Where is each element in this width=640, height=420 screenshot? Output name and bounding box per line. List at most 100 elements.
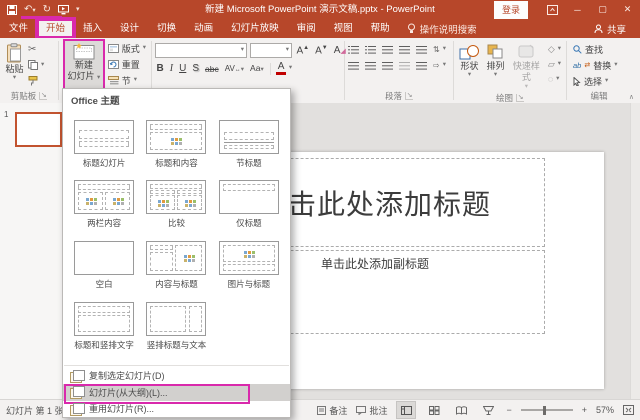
tab-slideshow[interactable]: 幻灯片放映 bbox=[222, 19, 288, 38]
layout-button[interactable]: 版式 ▾ bbox=[107, 41, 146, 55]
tab-transitions[interactable]: 切换 bbox=[148, 19, 185, 38]
arrange-button[interactable]: 排列 ▾ bbox=[484, 41, 507, 81]
select-button[interactable]: 选择 ▾ bbox=[573, 74, 608, 88]
bullets-button[interactable] bbox=[348, 45, 359, 54]
zoom-level[interactable]: 57% bbox=[596, 405, 614, 415]
collapse-ribbon-icon[interactable]: ∧ bbox=[629, 93, 634, 101]
menu-item-slides-from-outline[interactable]: 幻灯片(从大纲)(L)... bbox=[63, 384, 290, 404]
fit-slide-to-window-button[interactable] bbox=[623, 405, 634, 415]
font-size-combo[interactable]: ▾ bbox=[250, 43, 292, 58]
new-slide-button[interactable]: 新建 幻灯片 ▾ bbox=[65, 41, 103, 89]
smartart-convert-button[interactable]: ⇨ ▾ bbox=[433, 60, 446, 70]
powerpoint-window: ↶▾ ↻ ▾ 新建 Microsoft PowerPoint 演示文稿.pptx… bbox=[0, 0, 640, 420]
underline-button[interactable]: U bbox=[178, 63, 188, 74]
start-slideshow-icon[interactable] bbox=[58, 4, 70, 15]
layout-title-and-content[interactable]: 标题和内容 bbox=[146, 119, 207, 169]
minimize-button[interactable]: ─ bbox=[565, 0, 590, 19]
character-spacing-button[interactable]: AV↔▾ bbox=[223, 64, 245, 74]
format-painter-button[interactable] bbox=[28, 74, 44, 88]
slide-thumbnail[interactable] bbox=[15, 112, 62, 147]
menu-item-duplicate-slides[interactable]: 复制选定幻灯片(D) bbox=[63, 368, 290, 385]
replace-button[interactable]: ab ⇄ 替换 ▾ bbox=[573, 58, 618, 72]
tab-insert[interactable]: 插入 bbox=[74, 19, 111, 38]
font-name-combo[interactable]: ▾ bbox=[155, 43, 247, 58]
layout-two-content[interactable]: 两栏内容 bbox=[74, 180, 135, 229]
redo-icon[interactable]: ↻ bbox=[43, 4, 51, 15]
ribbon-display-options-icon[interactable] bbox=[540, 0, 565, 19]
align-right-button[interactable] bbox=[382, 61, 393, 70]
increase-indent-button[interactable] bbox=[399, 45, 410, 54]
columns-button[interactable] bbox=[416, 61, 427, 70]
font-color-button[interactable]: A bbox=[276, 62, 286, 75]
align-center-button[interactable] bbox=[365, 61, 376, 70]
tab-home[interactable]: 开始 bbox=[37, 19, 75, 38]
line-spacing-button[interactable] bbox=[416, 45, 427, 54]
signin-button[interactable]: 登录 bbox=[493, 0, 528, 19]
text-direction-button[interactable]: ⇅ ▾ bbox=[433, 44, 446, 54]
shape-effects-button[interactable]: ◌ ▾ bbox=[548, 72, 561, 86]
shapes-button[interactable]: 形状 ▾ bbox=[457, 41, 482, 81]
close-button[interactable]: ✕ bbox=[615, 0, 640, 19]
comments-button[interactable]: 批注 bbox=[356, 404, 387, 417]
save-icon[interactable] bbox=[7, 4, 17, 15]
bold-button[interactable]: B bbox=[155, 63, 165, 74]
zoom-slider-handle[interactable] bbox=[542, 405, 547, 415]
layout-picture-with-caption[interactable]: 图片与标题 bbox=[218, 241, 279, 290]
dropdown-caret-icon[interactable]: ▾ bbox=[289, 65, 292, 72]
vertical-scrollbar[interactable] bbox=[630, 103, 640, 400]
justify-button[interactable] bbox=[399, 61, 410, 70]
undo-icon[interactable]: ↶▾ bbox=[24, 4, 36, 15]
layout-section-header[interactable]: 节标题 bbox=[218, 119, 279, 169]
layout-vertical-title-and-text[interactable]: 竖排标题与文本 bbox=[146, 301, 207, 351]
share-button[interactable]: 共享 bbox=[594, 22, 640, 36]
reading-view-button[interactable] bbox=[452, 402, 470, 418]
tab-design[interactable]: 设计 bbox=[111, 19, 148, 38]
increase-font-size-button[interactable]: A▲ bbox=[295, 45, 311, 56]
dialog-launcher-icon[interactable]: ↘ bbox=[39, 92, 48, 100]
layout-content-with-caption[interactable]: 内容与标题 bbox=[146, 241, 207, 290]
section-button[interactable]: 节 ▾ bbox=[107, 73, 146, 87]
tab-review[interactable]: 审阅 bbox=[288, 19, 325, 38]
tab-help[interactable]: 帮助 bbox=[362, 19, 399, 38]
dialog-launcher-icon[interactable]: ↘ bbox=[405, 92, 413, 100]
tab-view[interactable]: 视图 bbox=[325, 19, 362, 38]
zoom-in-button[interactable]: + bbox=[582, 405, 587, 415]
quick-styles-button[interactable]: 快速样式 ▾ bbox=[509, 41, 544, 92]
change-case-button[interactable]: Aa▾ bbox=[249, 63, 266, 74]
numbering-button[interactable] bbox=[365, 45, 376, 54]
normal-view-button[interactable] bbox=[396, 401, 417, 419]
slideshow-view-button[interactable] bbox=[479, 402, 497, 418]
tab-file[interactable]: 文件 bbox=[0, 19, 37, 38]
align-left-button[interactable] bbox=[348, 61, 359, 70]
layout-blank[interactable]: 空白 bbox=[74, 241, 135, 290]
cut-button[interactable]: ✂ bbox=[28, 42, 44, 56]
dialog-launcher-icon[interactable]: ↘ bbox=[516, 94, 524, 102]
italic-button[interactable]: I bbox=[168, 63, 174, 74]
strikethrough-button[interactable]: abc bbox=[203, 64, 220, 74]
reset-button[interactable]: 重置 bbox=[107, 57, 146, 71]
thumbnail-panel: 1 bbox=[0, 103, 63, 400]
layout-comparison[interactable]: 比较 bbox=[146, 180, 207, 229]
shape-outline-button[interactable]: ▱ ▾ bbox=[548, 57, 561, 71]
notes-button[interactable]: 备注 bbox=[317, 404, 347, 417]
slide-sorter-view-button[interactable] bbox=[425, 402, 443, 418]
decrease-font-size-button[interactable]: A▼ bbox=[314, 45, 330, 56]
zoom-slider[interactable] bbox=[520, 405, 573, 415]
zoom-out-button[interactable]: − bbox=[506, 405, 511, 415]
find-button[interactable]: 查找 bbox=[573, 42, 603, 56]
shape-fill-button[interactable]: ◇ ▾ bbox=[548, 42, 561, 56]
tab-animations[interactable]: 动画 bbox=[185, 19, 222, 38]
customize-qat-icon[interactable]: ▾ bbox=[76, 6, 80, 13]
tellme-box[interactable]: 操作说明搜索 bbox=[407, 22, 477, 36]
layout-title-and-vertical-text[interactable]: 标题和竖排文字 bbox=[74, 301, 135, 351]
editing-group: 查找 ab ⇄ 替换 ▾ 选择 ▾ 编辑 bbox=[567, 38, 631, 103]
decrease-indent-button[interactable] bbox=[382, 45, 393, 54]
paste-button[interactable]: 粘贴 ▾ bbox=[3, 41, 26, 84]
layout-title-slide[interactable]: 标题幻灯片 bbox=[74, 119, 135, 169]
layout-title-only[interactable]: 仅标题 bbox=[218, 180, 279, 229]
maximize-button[interactable]: ▢ bbox=[590, 0, 615, 19]
slide-number: 1 bbox=[4, 110, 9, 119]
text-shadow-button[interactable]: S bbox=[191, 63, 201, 74]
menu-item-reuse-slides[interactable]: 重用幻灯片(R)... bbox=[63, 401, 290, 418]
copy-button[interactable]: ▾ bbox=[28, 58, 44, 72]
